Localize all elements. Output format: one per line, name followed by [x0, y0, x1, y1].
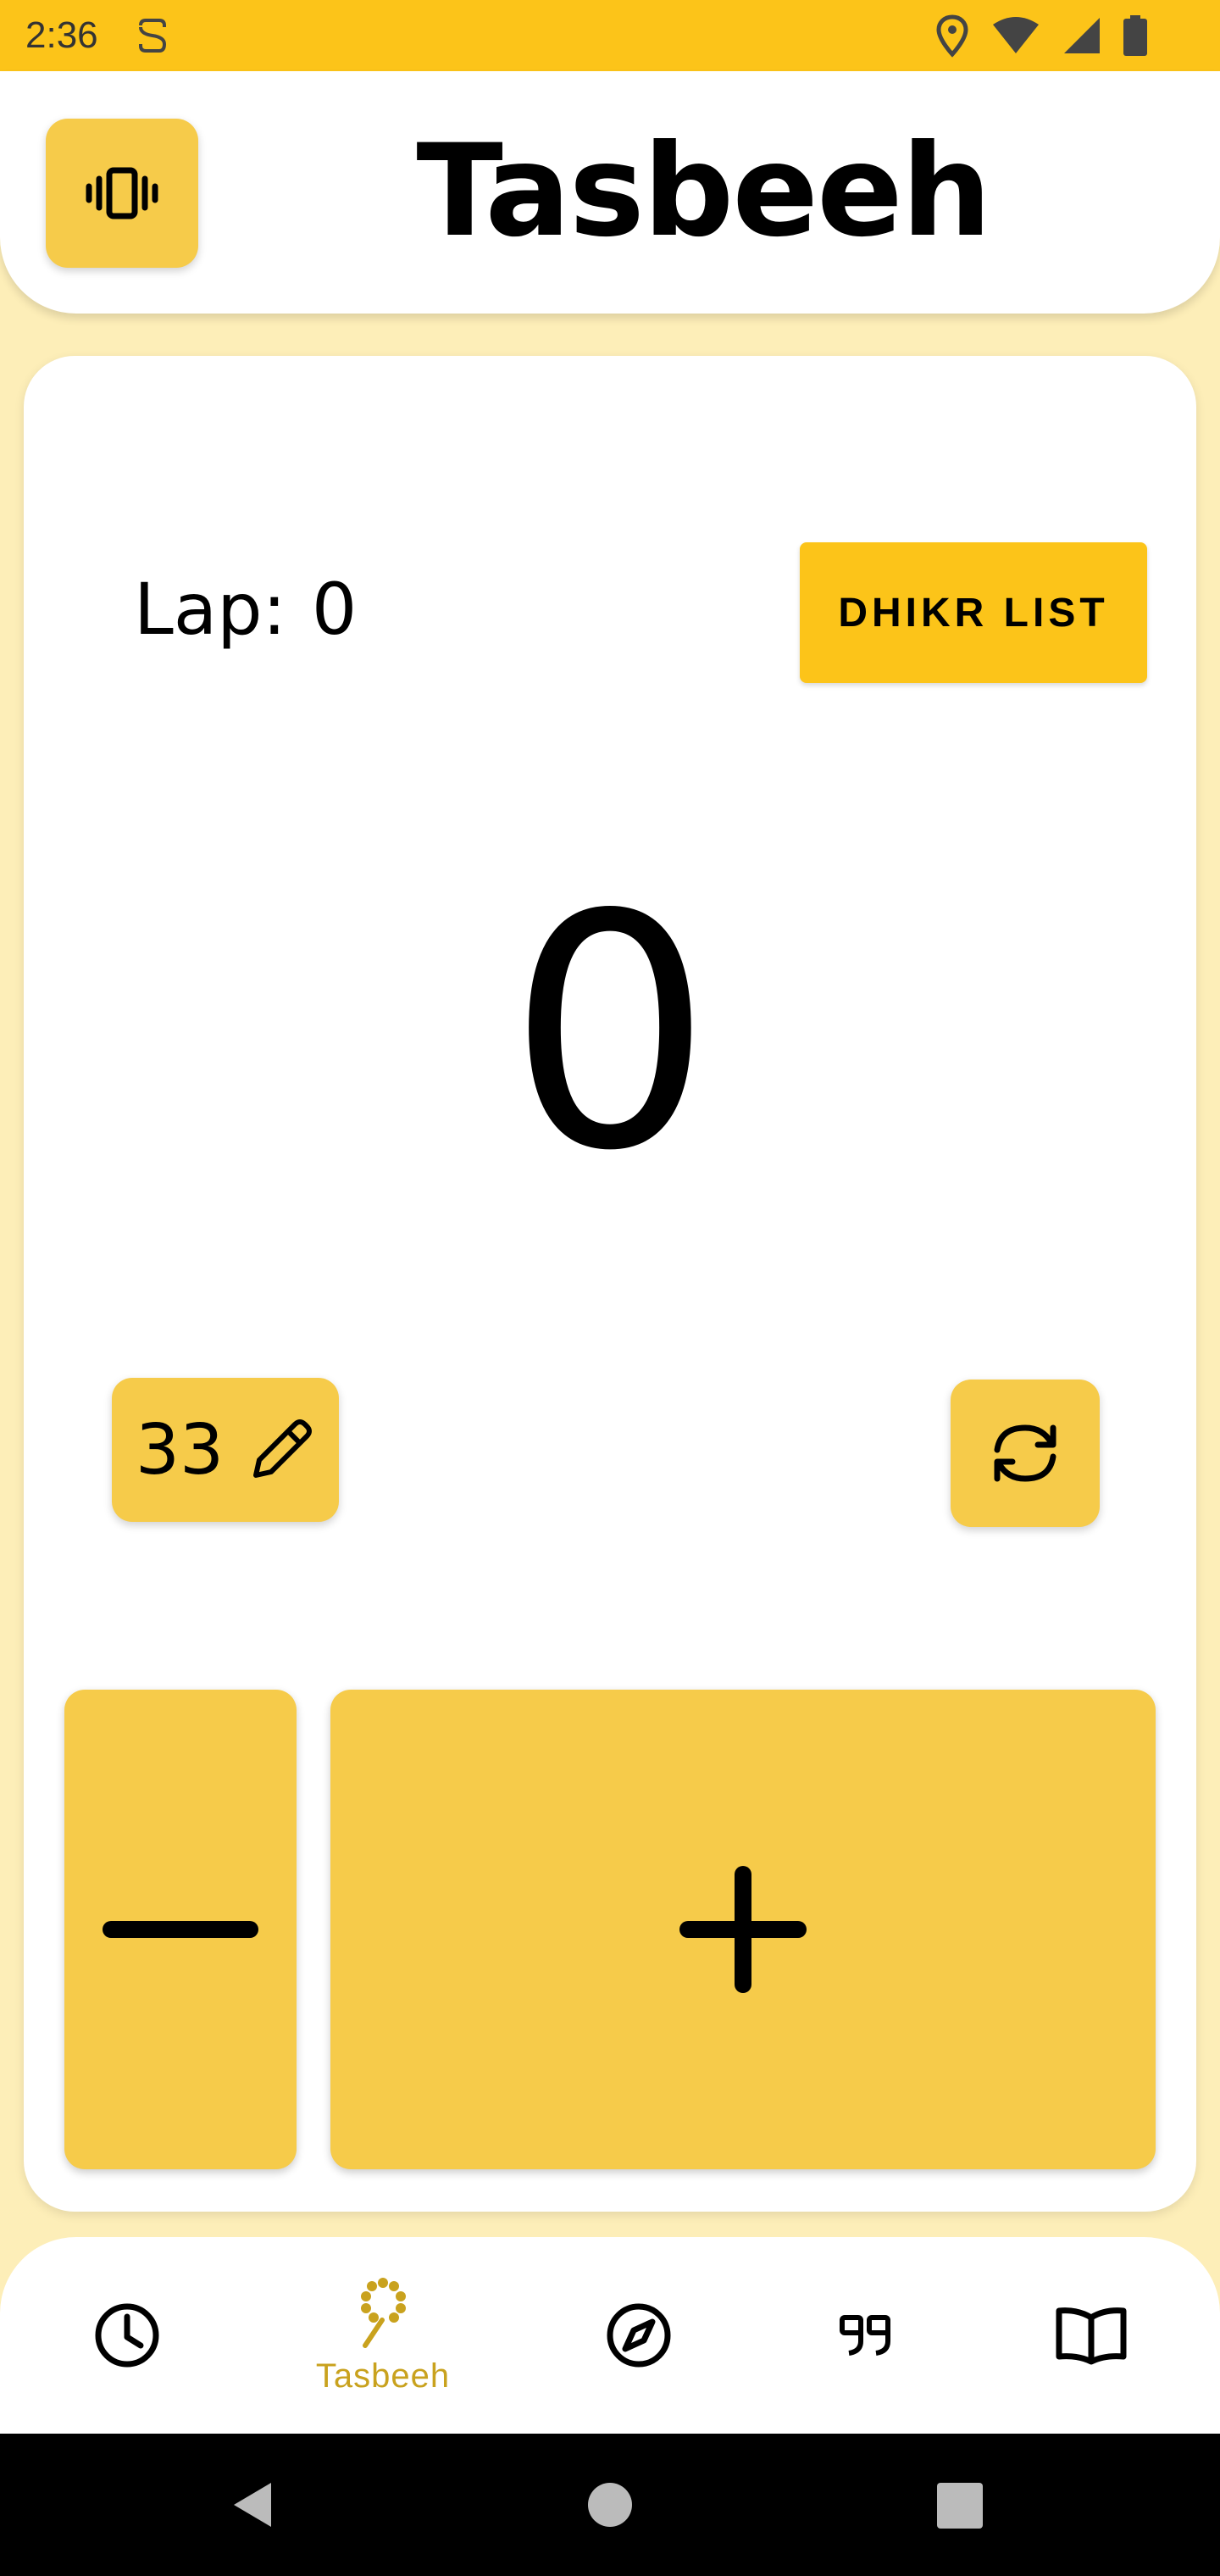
home-icon[interactable]	[586, 2481, 634, 2529]
vibrate-toggle-button[interactable]	[46, 119, 198, 268]
nav-item-prayer-times[interactable]	[17, 2237, 237, 2434]
plus-icon	[679, 1866, 807, 1993]
recents-icon[interactable]	[937, 2483, 983, 2529]
battery-icon	[1123, 15, 1147, 56]
nav-item-qibla[interactable]	[529, 2237, 749, 2434]
nav-label-tasbeeh: Tasbeeh	[315, 2357, 451, 2395]
tasbeeh-icon	[361, 2277, 406, 2348]
nav-item-quotes[interactable]	[756, 2237, 976, 2434]
dhikr-list-button[interactable]: DHIKR LIST	[800, 542, 1147, 683]
bottom-navigation: Tasbeeh	[0, 2237, 1220, 2434]
reset-button[interactable]	[951, 1380, 1100, 1527]
counter-card: Lap: 0 DHIKR LIST 0 33	[24, 356, 1196, 2212]
s-notification-icon	[138, 19, 166, 53]
wifi-icon	[993, 17, 1039, 53]
count-display: 0	[507, 846, 713, 1221]
book-icon	[1056, 2307, 1127, 2365]
page-title: Tasbeeh	[416, 118, 991, 265]
target-value: 33	[135, 1409, 225, 1491]
app-header: Tasbeeh	[0, 71, 1220, 314]
lap-display: Lap: 0	[134, 568, 357, 651]
nav-item-tasbeeh[interactable]: Tasbeeh	[273, 2237, 493, 2434]
back-icon[interactable]	[229, 2479, 280, 2530]
quote-icon	[840, 2315, 890, 2356]
increment-button[interactable]	[330, 1690, 1156, 2169]
edit-target-button[interactable]: 33	[112, 1378, 339, 1522]
status-bar: 2:36	[0, 0, 1220, 71]
decrement-button[interactable]	[64, 1690, 297, 2169]
lap-value: 0	[311, 568, 358, 651]
clock-icon	[95, 2303, 159, 2368]
nav-item-quran[interactable]	[981, 2237, 1201, 2434]
compass-icon	[607, 2303, 671, 2368]
refresh-icon	[994, 1424, 1056, 1482]
status-time: 2:36	[25, 14, 98, 56]
system-navigation-bar	[0, 2434, 1220, 2576]
pencil-icon	[253, 1419, 313, 1478]
vibrate-icon	[86, 167, 158, 219]
location-icon	[936, 14, 968, 58]
signal-icon	[1064, 18, 1100, 53]
minus-icon	[103, 1921, 258, 1938]
lap-label: Lap:	[134, 568, 286, 651]
